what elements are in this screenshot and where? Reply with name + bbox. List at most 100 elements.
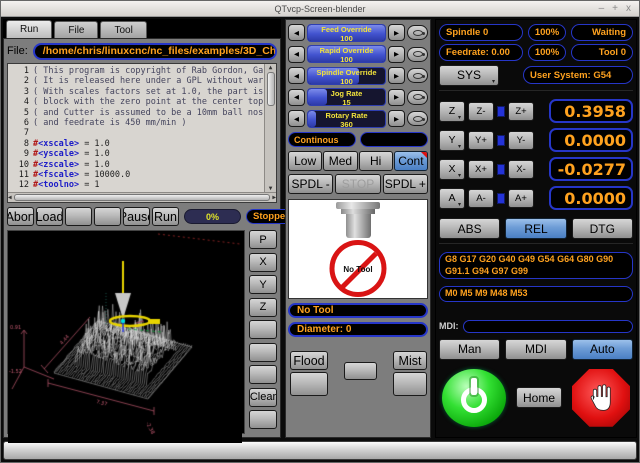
editor-vertical-scrollbar[interactable]: ▲ ▼ [264, 64, 276, 192]
jog-speed-button[interactable]: Low [288, 151, 322, 171]
jog-button[interactable]: A- [468, 189, 494, 208]
view-button[interactable]: Z [249, 298, 277, 317]
view-button[interactable]: X [249, 253, 277, 272]
left-arrow-icon: ◀ [294, 93, 299, 101]
estop-button[interactable] [572, 369, 630, 427]
sys-dropdown-button[interactable]: SYS ▾ [439, 65, 499, 86]
axis-select-button[interactable]: X ▾ [439, 159, 465, 180]
slider-value: 360 [308, 120, 385, 128]
slider-label: Rotary Rate [308, 111, 385, 120]
scrollbar-thumb[interactable] [14, 194, 271, 201]
spindle-button[interactable]: SPDL - [288, 174, 333, 194]
maximize-icon[interactable]: + [612, 2, 618, 16]
decrease-button[interactable]: ◀ [288, 89, 305, 106]
jog-button[interactable]: Z- [468, 102, 494, 121]
override-slider[interactable]: Jog Rate 15 [307, 88, 386, 106]
scroll-up-icon[interactable]: ▲ [269, 64, 273, 71]
tab[interactable]: File [54, 21, 98, 38]
shortcut-button[interactable] [407, 47, 428, 62]
spindle-status-row: Spindle 0 100% Waiting [439, 24, 633, 41]
jog-button[interactable]: Y+ [468, 131, 494, 150]
override-slider[interactable]: Feed Override 100 [307, 24, 386, 42]
program-action-button[interactable]: Load [36, 207, 63, 226]
gcode-text[interactable]: 1 ( This program is copyright of Rab Gor… [8, 64, 264, 192]
jog-button[interactable]: Z+ [508, 102, 534, 121]
view-button[interactable] [249, 320, 277, 339]
view-button[interactable] [249, 365, 277, 384]
view-button[interactable] [249, 410, 277, 429]
jog-displays: Continous [288, 132, 428, 148]
program-action-button[interactable]: Pause [123, 207, 150, 226]
decrease-button[interactable]: ◀ [288, 46, 305, 63]
gremlin-3d-preview[interactable] [7, 230, 245, 434]
coolant-extra-button[interactable] [344, 362, 377, 380]
shortcut-button[interactable] [407, 68, 428, 83]
machine-mode-button[interactable]: Auto [572, 339, 633, 360]
jog-speed-button[interactable]: Med [323, 151, 357, 171]
axis-select-button[interactable]: Z ▾ [439, 101, 465, 122]
program-action-button[interactable]: Run [152, 207, 179, 226]
jog-led [497, 106, 505, 117]
increase-button[interactable]: ▶ [388, 110, 405, 127]
jog-button[interactable]: Y- [508, 131, 534, 150]
dro-mode-button[interactable]: REL [505, 218, 566, 239]
dro-mode-button[interactable]: ABS [439, 218, 500, 239]
mist-indicator-button[interactable] [393, 372, 427, 396]
override-slider[interactable]: Rapid Override 100 [307, 45, 386, 63]
minimize-icon[interactable]: – [599, 2, 605, 16]
view-button[interactable]: P [249, 230, 277, 249]
increase-button[interactable]: ▶ [388, 67, 405, 84]
override-slider[interactable]: Spindle Override 100 [307, 67, 386, 85]
machine-mode-button[interactable]: Man [439, 339, 500, 360]
jog-button[interactable]: A+ [508, 189, 534, 208]
dro-mode-button[interactable]: DTG [572, 218, 633, 239]
axis-select-button[interactable]: A ▾ [439, 188, 465, 209]
program-action-button[interactable]: Abort [7, 207, 34, 226]
view-button[interactable]: Y [249, 275, 277, 294]
editor-horizontal-scrollbar[interactable]: ◀ ▶ [8, 192, 276, 202]
home-button[interactable]: Home [516, 387, 562, 408]
jog-button[interactable]: X+ [468, 160, 494, 179]
flood-indicator-button[interactable] [290, 372, 328, 396]
spindle-button[interactable]: STOP [335, 174, 380, 194]
mdi-input[interactable] [463, 320, 634, 333]
spindle-graphic [336, 202, 380, 209]
program-action-button[interactable] [65, 207, 92, 226]
axis-select-button[interactable]: Y ▾ [439, 130, 465, 151]
machine-power-button[interactable] [442, 369, 506, 427]
shortcut-button[interactable] [407, 111, 428, 126]
mdi-row: MDI: [439, 319, 633, 334]
spindle-button[interactable]: SPDL + [383, 174, 428, 194]
view-button[interactable] [249, 343, 277, 362]
jog-speed-button[interactable]: Hi [359, 151, 393, 171]
mist-button[interactable]: Mist [393, 351, 427, 370]
decrease-button[interactable]: ◀ [288, 24, 305, 41]
axis-jog-section: Z ▾ Z- Z+ 0.3958 Y ▾ Y+ [439, 99, 633, 210]
scrollbar-thumb[interactable] [267, 72, 275, 106]
gcode-editor[interactable]: 1 ( This program is copyright of Rab Gor… [7, 63, 277, 203]
increase-button[interactable]: ▶ [388, 46, 405, 63]
override-slider[interactable]: Rotary Rate 360 [307, 110, 386, 128]
increase-button[interactable]: ▶ [388, 24, 405, 41]
tab[interactable]: Tool [100, 21, 146, 38]
increase-button[interactable]: ▶ [388, 89, 405, 106]
decrease-button[interactable]: ◀ [288, 67, 305, 84]
tab[interactable]: Run [6, 20, 52, 38]
machine-state-display: Waiting [571, 24, 633, 41]
machine-mode-button[interactable]: MDI [505, 339, 566, 360]
flood-button[interactable]: Flood [290, 351, 328, 370]
gcode-line: 12 #<toolno> = 1 [8, 180, 264, 190]
shortcut-button[interactable] [407, 90, 428, 105]
scroll-right-icon[interactable]: ▶ [272, 194, 276, 201]
jog-button[interactable]: X- [508, 160, 534, 179]
scroll-down-icon[interactable]: ▼ [269, 185, 273, 192]
close-icon[interactable]: x [626, 2, 631, 16]
shortcut-button[interactable] [407, 25, 428, 40]
decrease-button[interactable]: ◀ [288, 110, 305, 127]
program-action-button[interactable] [94, 207, 121, 226]
scroll-left-icon[interactable]: ◀ [8, 194, 12, 201]
right-panel: Spindle 0 100% Waiting Feedrate: 0.00 10… [435, 19, 637, 438]
jog-speed-button[interactable]: Cont [394, 151, 428, 171]
view-button[interactable]: Clear [249, 388, 277, 407]
mdi-label: MDI: [439, 321, 459, 331]
